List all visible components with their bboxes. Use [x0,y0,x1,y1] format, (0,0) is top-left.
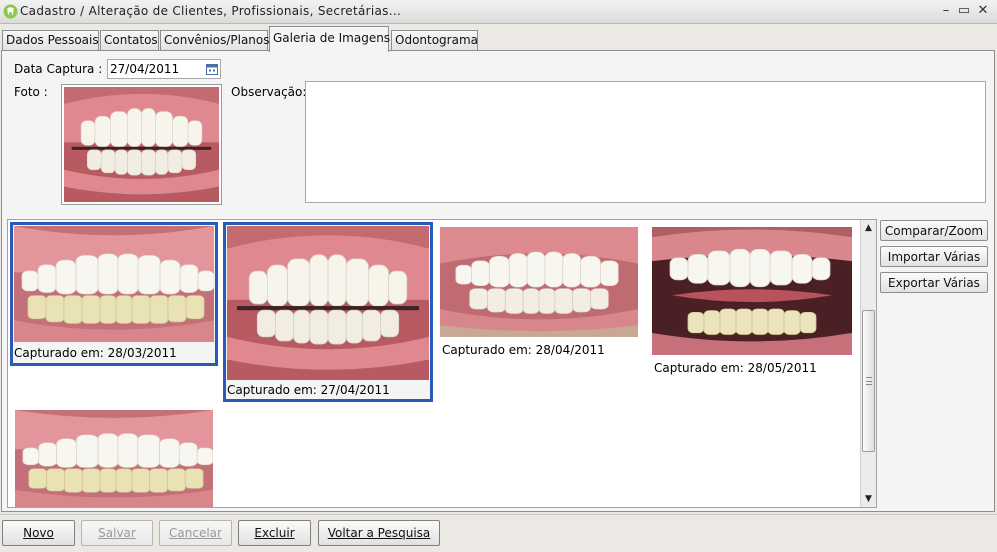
gallery-thumb[interactable]: Capturado em: 28/04/2011 [438,225,642,359]
title-bar: Cadastro / Alteração de Clientes, Profis… [0,0,997,24]
gallery-thumb[interactable]: Capturado em: 28/05/2011 [650,225,856,377]
gallery-thumb[interactable]: Capturado em: 27/04/2011 [223,222,433,402]
delete-button[interactable]: Excluir [238,520,311,546]
thumb-caption: Capturado em: 28/05/2011 [654,361,817,375]
thumb-caption: Capturado em: 28/03/2011 [14,346,177,360]
current-photo[interactable] [61,84,222,205]
date-capture-input[interactable]: 27/04/2011 [107,59,221,79]
date-capture-label: Data Captura : [14,62,103,76]
tooth-app-icon [3,4,18,19]
dental-photo [652,227,852,355]
gallery-panel: Data Captura : 27/04/2011 Foto : Observa… [1,50,995,512]
tab-dados-pessoais[interactable]: Dados Pessoais [2,30,99,51]
gallery-thumb[interactable]: Capturado em: 28/03/2011 [10,222,218,366]
gallery-thumb[interactable] [13,408,215,507]
gallery-scrollbar[interactable]: ▲ ▼ [860,220,876,507]
tab-strip: Dados Pessoais Contatos Convênios/Planos… [0,26,997,52]
dental-photo [14,226,214,342]
tab-galeria-de-imagens[interactable]: Galeria de Imagens [269,26,390,52]
tab-odontograma[interactable]: Odontograma [391,30,478,51]
thumb-caption: Capturado em: 28/04/2011 [442,343,605,357]
scroll-down-icon[interactable]: ▼ [861,492,876,506]
compare-zoom-button[interactable]: Comparar/Zoom [880,220,988,241]
photo-label: Foto : [14,85,48,99]
thumb-caption: Capturado em: 27/04/2011 [227,383,390,397]
maximize-button[interactable]: ▭ [956,3,972,19]
dental-photo [440,227,638,337]
minimize-button[interactable]: – [938,3,954,19]
tab-contatos[interactable]: Contatos [100,30,159,51]
scroll-up-icon[interactable]: ▲ [861,221,876,235]
save-button[interactable]: Salvar [81,520,153,546]
current-photo-image [64,87,219,202]
observation-textarea[interactable] [305,81,986,203]
scroll-thumb[interactable] [862,310,875,452]
cancel-button[interactable]: Cancelar [159,520,232,546]
tab-convenios-planos[interactable]: Convênios/Planos [160,30,270,51]
dental-photo [15,410,213,507]
observation-label: Observação: [231,85,307,99]
calendar-icon[interactable] [206,63,218,75]
back-to-search-button[interactable]: Voltar a Pesquisa [318,520,440,546]
dental-photo [227,226,429,380]
new-button[interactable]: Novo [2,520,75,546]
image-gallery: Capturado em: 28/03/2011 Capturado em: 2… [7,219,877,508]
grip-icon [866,377,872,385]
action-bar: Novo Salvar Cancelar Excluir Voltar a Pe… [0,514,997,552]
import-multiple-button[interactable]: Importar Várias [880,246,988,267]
close-button[interactable]: ✕ [975,3,991,19]
export-multiple-button[interactable]: Exportar Várias [880,272,988,293]
window-title: Cadastro / Alteração de Clientes, Profis… [20,4,402,18]
